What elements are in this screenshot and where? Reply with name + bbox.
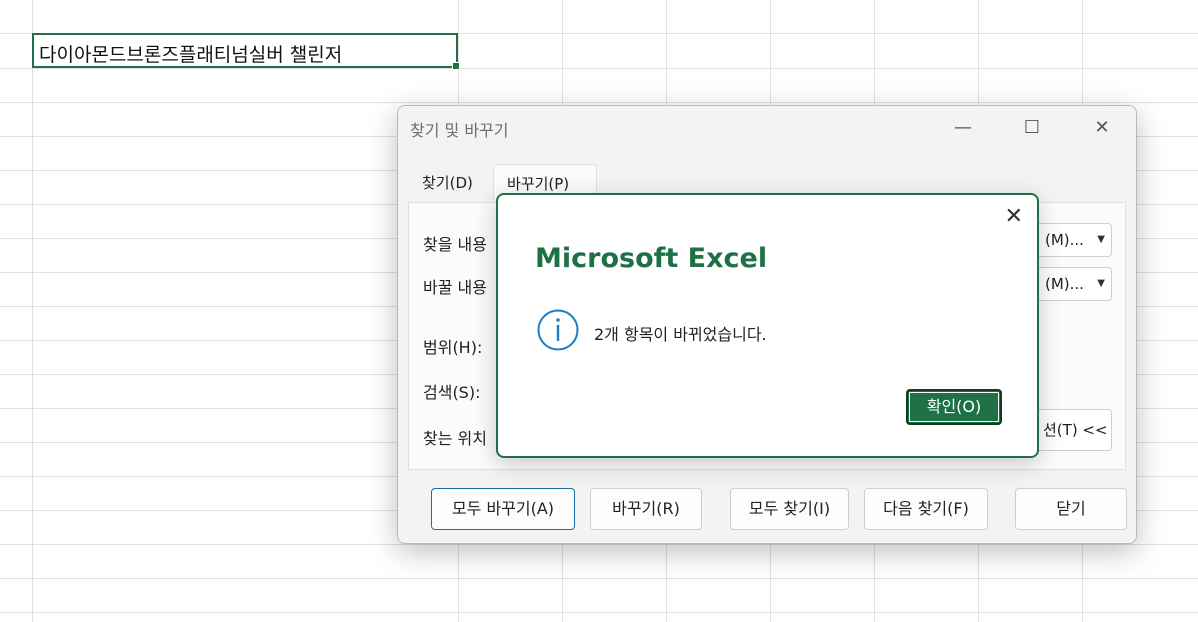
options-button[interactable]: 션(T) <<: [1034, 409, 1112, 451]
row-divider: [0, 102, 1198, 103]
close-icon[interactable]: ✕: [1005, 203, 1023, 231]
row-divider: [0, 544, 1198, 545]
message-text: 2개 항목이 바뀌었습니다.: [594, 325, 767, 344]
row-divider: [0, 612, 1198, 613]
within-label: 범위(H):: [423, 338, 483, 357]
find-next-button[interactable]: 다음 찾기(F): [864, 488, 988, 530]
maximize-icon[interactable]: ☐: [1012, 114, 1052, 142]
replace-with-label: 바꿀 내용: [423, 278, 487, 297]
row-divider: [0, 578, 1198, 579]
message-box-title: Microsoft Excel: [535, 243, 768, 274]
dialog-title: 찾기 및 바꾸기: [410, 121, 509, 140]
tab-find[interactable]: 찾기(D): [409, 164, 486, 202]
message-box: ✕ Microsoft Excel 2개 항목이 바뀌었습니다. 확인(O): [496, 193, 1039, 458]
minimize-icon[interactable]: —: [943, 114, 983, 142]
info-icon: [537, 309, 579, 351]
close-button[interactable]: 닫기: [1015, 488, 1127, 530]
column-divider: [32, 0, 33, 622]
replace-format-label: (M)...: [1045, 275, 1084, 293]
active-cell[interactable]: 다이아몬드브론즈플래티넘실버 챌린저: [32, 33, 460, 70]
search-label: 검색(S):: [423, 383, 481, 402]
find-all-button[interactable]: 모두 찾기(I): [730, 488, 849, 530]
chevron-down-icon: ▼: [1097, 234, 1105, 245]
cell-text: 다이아몬드브론즈플래티넘실버 챌린저: [39, 44, 343, 66]
look-in-label: 찾는 위치: [423, 429, 487, 448]
close-icon[interactable]: ✕: [1082, 114, 1122, 142]
find-format-label: (M)...: [1045, 231, 1084, 249]
replace-all-button[interactable]: 모두 바꾸기(A): [431, 488, 575, 530]
replace-button[interactable]: 바꾸기(R): [590, 488, 702, 530]
replace-format-button[interactable]: (M)... ▼: [1034, 267, 1112, 301]
row-divider: [0, 68, 1198, 69]
chevron-down-icon: ▼: [1097, 278, 1105, 289]
ok-button[interactable]: 확인(O): [906, 389, 1002, 425]
fill-handle[interactable]: [452, 62, 460, 70]
find-what-label: 찾을 내용: [423, 235, 487, 254]
find-format-button[interactable]: (M)... ▼: [1034, 223, 1112, 257]
